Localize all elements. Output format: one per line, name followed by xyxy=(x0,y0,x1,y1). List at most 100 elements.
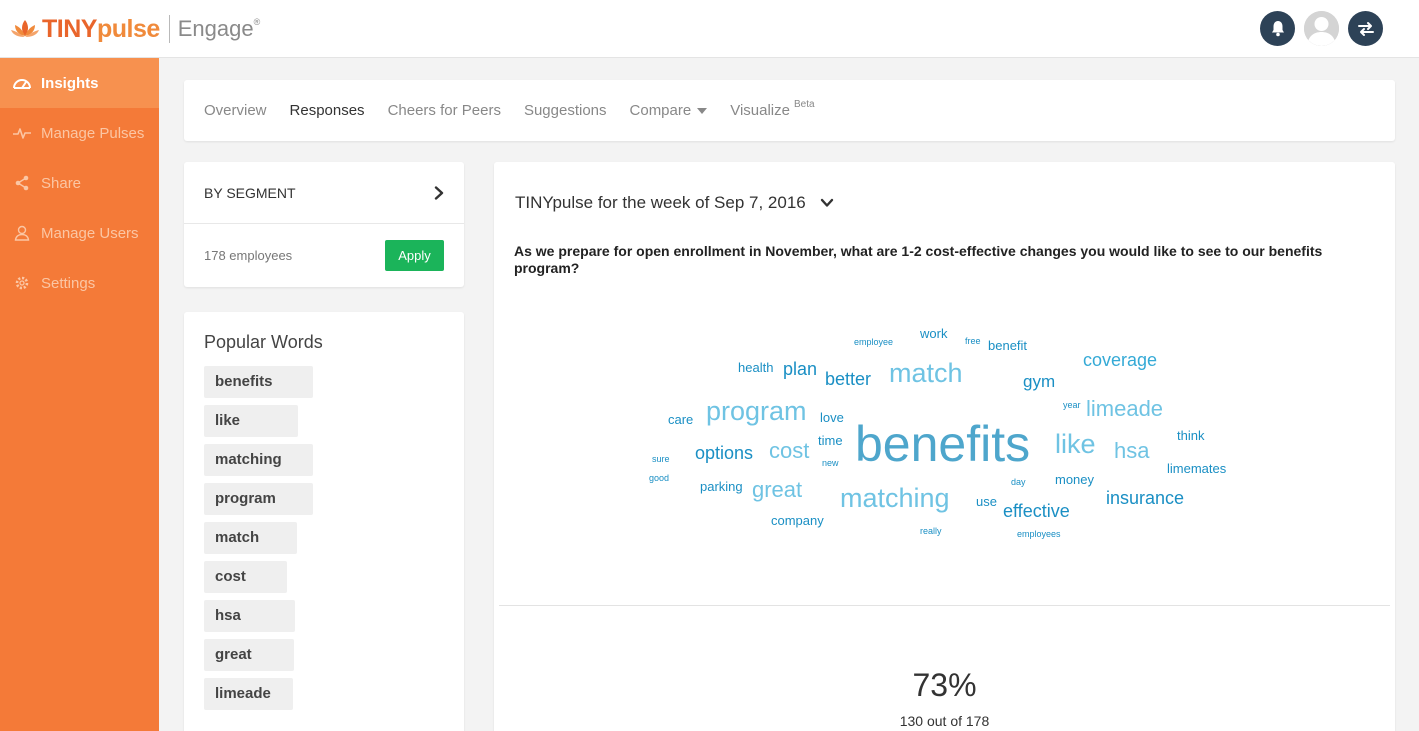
segment-card: BY SEGMENT 178 employees Apply xyxy=(184,162,464,287)
segment-title: BY SEGMENT xyxy=(204,184,296,201)
caret-down-icon xyxy=(697,107,708,114)
word-cloud-word[interactable]: care xyxy=(668,413,693,426)
word-cloud-word[interactable]: options xyxy=(695,444,753,462)
insights-tabs: Overview Responses Cheers for Peers Sugg… xyxy=(184,80,1395,141)
word-cloud-word[interactable]: health xyxy=(738,361,773,374)
logo-text-tiny: TINY xyxy=(42,14,97,43)
word-cloud-word[interactable]: coverage xyxy=(1083,351,1157,369)
word-cloud-word[interactable]: company xyxy=(771,514,824,527)
word-cloud-word[interactable]: really xyxy=(920,527,942,536)
section-divider xyxy=(499,605,1390,606)
popular-words-title: Popular Words xyxy=(204,332,323,352)
word-cloud-word[interactable]: work xyxy=(920,327,947,340)
tab-cheers-for-peers[interactable]: Cheers for Peers xyxy=(388,102,501,119)
word-cloud-word[interactable]: like xyxy=(1055,431,1096,458)
logo-text-pulse: pulse xyxy=(96,14,160,43)
word-cloud-word[interactable]: cost xyxy=(769,440,809,462)
chevron-right-icon xyxy=(434,185,444,200)
tab-visualize-label: Visualize xyxy=(730,102,790,119)
user-avatar-button[interactable] xyxy=(1304,11,1339,46)
tab-responses[interactable]: Responses xyxy=(290,102,365,119)
response-count: 130 out of 178 xyxy=(899,713,990,729)
logo-registered-mark: ® xyxy=(253,17,261,27)
by-segment-toggle[interactable]: BY SEGMENT xyxy=(184,162,464,224)
word-cloud-word[interactable]: great xyxy=(752,479,802,501)
word-cloud-word[interactable]: plan xyxy=(783,360,817,378)
beta-badge: Beta xyxy=(793,99,815,110)
popular-word-chip[interactable]: matching xyxy=(204,444,313,476)
sidebar: Insights Manage Pulses Share Manage User… xyxy=(0,58,159,731)
word-cloud-word[interactable]: new xyxy=(822,459,839,468)
word-cloud-word[interactable]: year xyxy=(1063,401,1081,410)
tab-compare[interactable]: Compare xyxy=(630,102,708,119)
segment-body: 178 employees Apply xyxy=(184,224,464,287)
top-actions xyxy=(1260,11,1383,46)
popular-words-list: benefits like matching program match cost hsa g… xyxy=(204,366,444,710)
logo-divider xyxy=(168,15,170,43)
word-cloud-word[interactable]: effective xyxy=(1003,502,1070,520)
week-title: TINYpulse for the week of Sep 7, 2016 xyxy=(515,193,806,212)
word-cloud-word[interactable]: employees xyxy=(1017,530,1061,539)
logo-text-engage: Engage xyxy=(177,16,254,41)
tab-visualize[interactable]: Visualize Beta xyxy=(730,99,815,119)
swap-arrows-icon xyxy=(1357,21,1374,36)
popular-word-chip[interactable]: great xyxy=(204,639,294,671)
popular-words-card: Popular Words benefits like matching progra… xyxy=(184,312,464,731)
sidebar-item-manage-users[interactable]: Manage Users xyxy=(0,208,159,258)
popular-word-chip[interactable]: like xyxy=(204,405,298,437)
word-cloud-word[interactable]: good xyxy=(649,474,669,483)
word-cloud-word[interactable]: benefit xyxy=(988,339,1027,352)
user-icon xyxy=(12,225,32,241)
word-cloud-word[interactable]: day xyxy=(1011,478,1026,487)
sidebar-item-insights[interactable]: Insights xyxy=(0,58,159,108)
word-cloud-word[interactable]: limeade xyxy=(1086,398,1163,420)
popular-word-chip[interactable]: match xyxy=(204,522,297,554)
tab-suggestions[interactable]: Suggestions xyxy=(524,102,607,119)
response-rate: 73% xyxy=(912,667,977,703)
notifications-button[interactable] xyxy=(1260,11,1295,46)
word-cloud-word[interactable]: match xyxy=(889,360,963,387)
word-cloud-word[interactable]: hsa xyxy=(1114,440,1149,462)
word-cloud-word[interactable]: program xyxy=(706,398,807,425)
word-cloud-word[interactable]: think xyxy=(1177,429,1204,442)
word-cloud-word[interactable]: free xyxy=(965,337,981,346)
employee-count: 178 employees xyxy=(204,248,293,263)
word-cloud-word[interactable]: love xyxy=(820,411,844,424)
gauge-icon xyxy=(12,75,32,91)
sidebar-item-settings[interactable]: Settings xyxy=(0,258,159,308)
sidebar-item-manage-pulses[interactable]: Manage Pulses xyxy=(0,108,159,158)
popular-word-chip[interactable]: cost xyxy=(204,561,287,593)
word-cloud-word[interactable]: better xyxy=(825,370,871,388)
word-cloud-word[interactable]: gym xyxy=(1023,373,1055,390)
word-cloud-word[interactable]: use xyxy=(976,495,997,508)
sidebar-item-share[interactable]: Share xyxy=(0,158,159,208)
sidebar-item-label: Manage Pulses xyxy=(41,124,145,142)
sidebar-item-label: Insights xyxy=(41,74,99,92)
pulse-response-card: TINYpulse for the week of Sep 7, 2016 As… xyxy=(494,162,1395,731)
word-cloud-word[interactable]: limemates xyxy=(1167,462,1226,475)
tab-overview[interactable]: Overview xyxy=(204,102,267,119)
popular-word-chip[interactable]: limeade xyxy=(204,678,293,710)
popular-word-chip[interactable]: hsa xyxy=(204,600,295,632)
popular-word-chip[interactable]: program xyxy=(204,483,313,515)
apply-button[interactable]: Apply xyxy=(385,240,444,271)
chevron-down-icon xyxy=(820,198,833,207)
word-cloud-word[interactable]: insurance xyxy=(1106,489,1184,507)
word-cloud-word[interactable]: money xyxy=(1055,473,1094,486)
word-cloud-word[interactable]: benefits xyxy=(855,419,1030,469)
tab-compare-label: Compare xyxy=(629,102,692,119)
sidebar-item-label: Share xyxy=(41,174,82,192)
word-cloud-word[interactable]: employee xyxy=(854,338,893,347)
switch-account-button[interactable] xyxy=(1348,11,1383,46)
word-cloud-word[interactable]: matching xyxy=(840,485,950,512)
word-cloud-word[interactable]: time xyxy=(818,434,843,447)
lotus-logo-icon xyxy=(11,20,39,37)
top-bar: TINY pulse Engage ® xyxy=(0,0,1419,58)
pulse-question: As we prepare for open enrollment in Nov… xyxy=(514,243,1323,276)
tinypulse-logo[interactable]: TINY pulse Engage ® xyxy=(10,13,260,45)
week-selector[interactable]: TINYpulse for the week of Sep 7, 2016 xyxy=(515,193,834,213)
bell-icon xyxy=(1271,21,1284,37)
popular-word-chip[interactable]: benefits xyxy=(204,366,313,398)
word-cloud-word[interactable]: sure xyxy=(652,455,670,464)
word-cloud-word[interactable]: parking xyxy=(700,480,743,493)
